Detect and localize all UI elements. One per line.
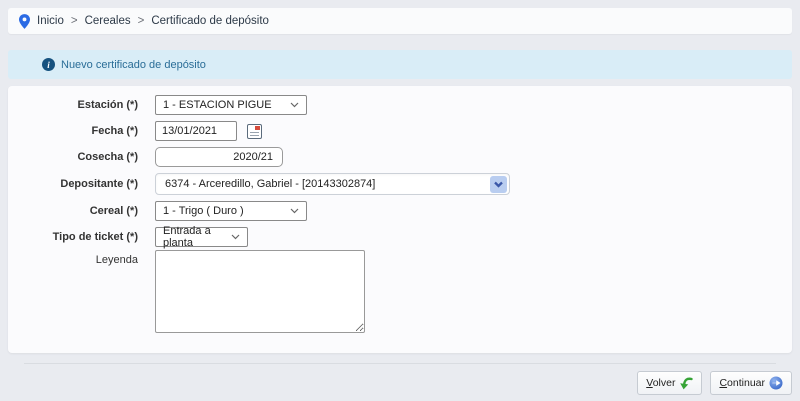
cosecha-input[interactable]	[155, 147, 283, 167]
depositante-dropdown-button[interactable]	[490, 176, 507, 193]
cereal-label: Cereal (*)	[8, 205, 138, 217]
breadcrumb-separator: >	[138, 15, 145, 27]
depositante-combobox-value: 6374 - Arceredillo, Gabriel - [201433028…	[165, 178, 375, 190]
breadcrumb: Inicio > Cereales > Certificado de depós…	[8, 8, 792, 34]
chevron-down-icon	[494, 181, 503, 188]
map-pin-icon	[19, 14, 30, 29]
footer-actions: Volver Continuar	[637, 371, 792, 395]
calendar-icon[interactable]	[247, 124, 262, 139]
cereal-select-value: 1 - Trigo ( Duro )	[163, 205, 244, 217]
tipo-de-ticket-select[interactable]: Entrada a planta	[155, 227, 248, 247]
leyenda-textarea[interactable]	[155, 250, 365, 333]
volver-button[interactable]: Volver	[637, 371, 702, 395]
info-banner: i Nuevo certificado de depósito	[8, 50, 792, 79]
chevron-down-icon	[290, 208, 299, 214]
continuar-button-label: C	[719, 377, 727, 389]
tipo-de-ticket-select-value: Entrada a planta	[163, 225, 223, 249]
breadcrumb-link-inicio[interactable]: Inicio	[37, 15, 64, 27]
breadcrumb-separator: >	[71, 15, 78, 27]
info-icon: i	[42, 58, 55, 71]
leyenda-label: Leyenda	[8, 250, 138, 266]
cereal-select[interactable]: 1 - Trigo ( Duro )	[155, 201, 307, 221]
depositante-label: Depositante (*)	[8, 178, 138, 190]
chevron-down-icon	[290, 102, 299, 108]
back-arrow-icon	[679, 377, 693, 390]
depositante-combobox[interactable]: 6374 - Arceredillo, Gabriel - [201433028…	[155, 173, 510, 195]
forward-circle-arrow-icon	[769, 376, 783, 390]
cosecha-label: Cosecha (*)	[8, 151, 138, 163]
continuar-button[interactable]: Continuar	[710, 371, 792, 395]
form-panel: Estación (*) 1 - ESTACION PIGUE Fecha (*…	[8, 86, 792, 353]
chevron-down-icon	[231, 234, 240, 240]
breadcrumb-link-cereales[interactable]: Cereales	[85, 15, 131, 27]
info-banner-text: Nuevo certificado de depósito	[61, 59, 206, 71]
estacion-label: Estación (*)	[8, 99, 138, 111]
page: Inicio > Cereales > Certificado de depós…	[0, 0, 800, 401]
tipo-de-ticket-label: Tipo de ticket (*)	[8, 231, 138, 243]
footer-divider	[24, 363, 776, 364]
estacion-select-value: 1 - ESTACION PIGUE	[163, 99, 272, 111]
breadcrumb-current-page: Certificado de depósito	[151, 15, 269, 27]
fecha-input[interactable]	[155, 121, 237, 141]
fecha-label: Fecha (*)	[8, 125, 138, 137]
estacion-select[interactable]: 1 - ESTACION PIGUE	[155, 95, 307, 115]
